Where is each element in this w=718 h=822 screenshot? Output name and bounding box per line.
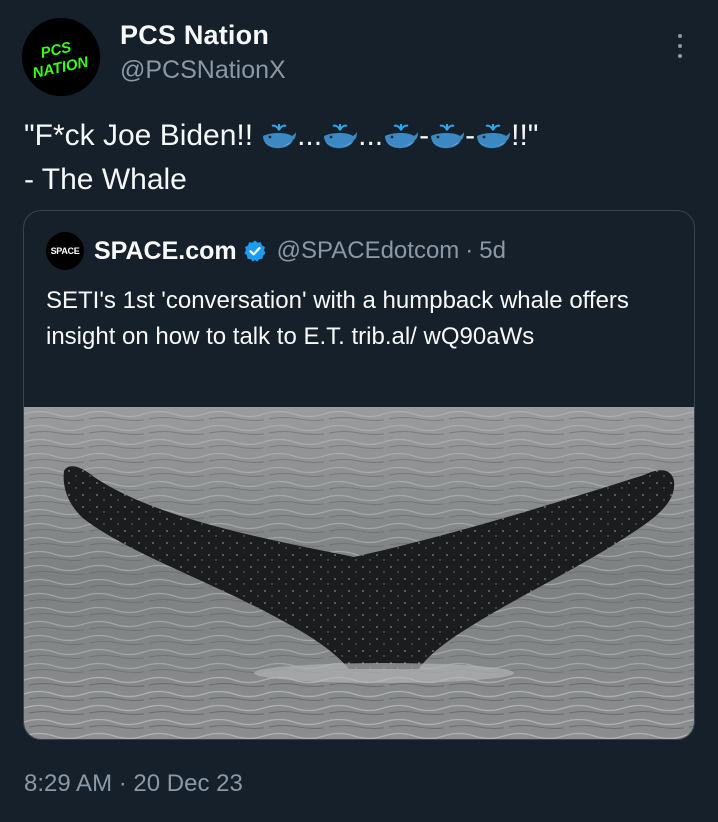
quoted-tweet-card[interactable]: SPACE SPACE.com @SPACEdotcom · 5d SETI's… (23, 210, 695, 740)
tweet-view: PCS NATION PCS Nation @PCSNationX "F*ck … (0, 0, 718, 822)
verified-badge-icon (244, 240, 266, 262)
author-avatar[interactable]: PCS NATION (22, 18, 100, 96)
spouting-whale-icon (323, 123, 359, 150)
pcs-nation-logo: PCS NATION (22, 18, 100, 96)
tweet-timestamp[interactable]: 8:29 AM · 20 Dec 23 (24, 770, 243, 798)
spouting-whale-icon (384, 123, 420, 150)
quoted-tweet-header: SPACE SPACE.com @SPACEdotcom · 5d (46, 231, 506, 271)
separator-dot: · (118, 770, 127, 797)
quoted-tweet-time[interactable]: 5d (479, 237, 506, 265)
author-handle[interactable]: @PCSNationX (120, 56, 286, 85)
tweet-date: 20 Dec 23 (133, 770, 243, 797)
tweet-line-1-suffix: !!" (511, 119, 539, 152)
whale-tail-image (24, 407, 694, 739)
tweet-line-1: "F*ck Joe Biden!! ... ... - - !!" (24, 114, 694, 158)
spouting-whale-icon (430, 123, 466, 150)
dash: - (465, 119, 476, 152)
tweet-line-1-prefix: "F*ck Joe Biden!! (24, 119, 254, 152)
spouting-whale-icon (476, 123, 512, 150)
tweet-time: 8:29 AM (24, 770, 113, 797)
dots: ... (297, 119, 323, 152)
more-options-icon[interactable] (670, 34, 690, 64)
quoted-author-name[interactable]: SPACE.com (94, 237, 237, 266)
tweet-line-2: - The Whale (24, 163, 187, 196)
dash: - (419, 119, 430, 152)
tweet-text: "F*ck Joe Biden!! ... ... - - !!" - The … (24, 114, 694, 202)
spouting-whale-icon (262, 123, 298, 150)
separator-dot: · (465, 237, 474, 264)
quoted-author-avatar[interactable]: SPACE (46, 232, 84, 270)
dots: ... (358, 119, 384, 152)
whale-tail-photo[interactable] (24, 407, 694, 739)
quoted-author-handle[interactable]: @SPACEdotcom (277, 237, 460, 265)
quoted-tweet-text: SETI's 1st 'conversation' with a humpbac… (46, 287, 629, 350)
author-display-name[interactable]: PCS Nation (120, 20, 269, 51)
